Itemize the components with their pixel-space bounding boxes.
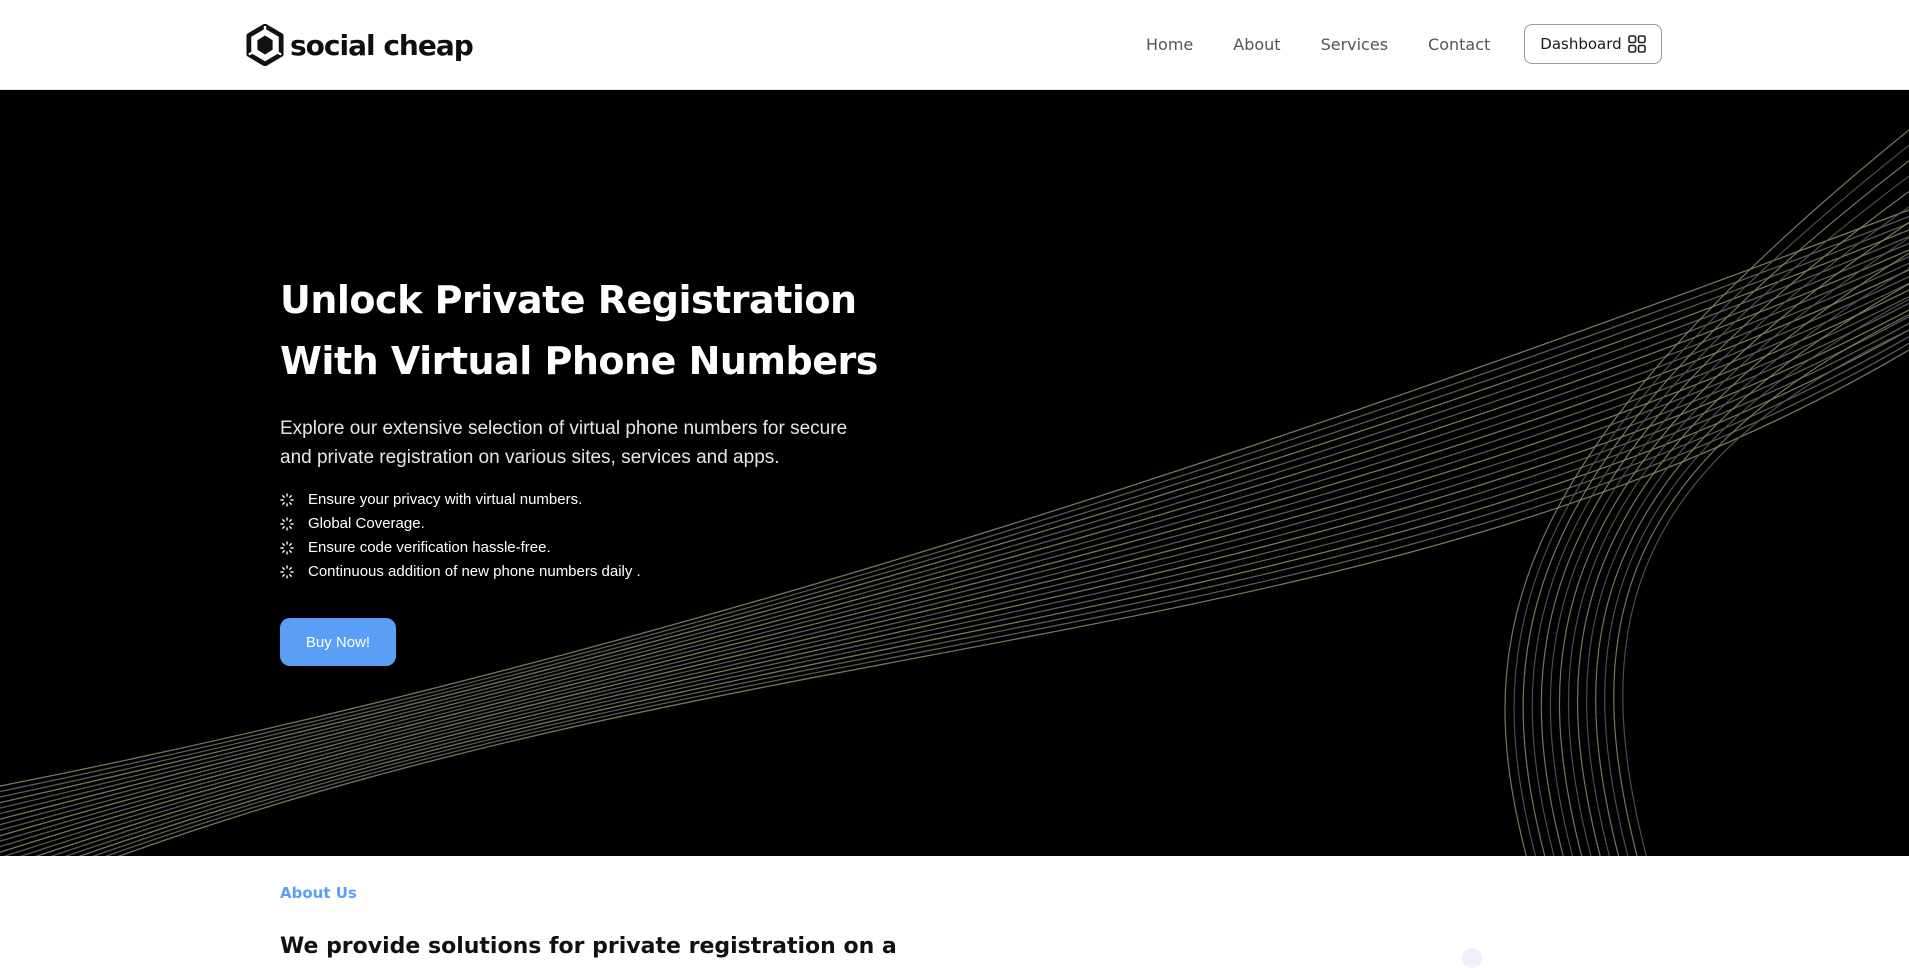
site-header: social cheap Home About Services Contact… xyxy=(0,0,1909,90)
dashboard-label: Dashboard xyxy=(1540,35,1622,53)
brand-logo[interactable]: social cheap xyxy=(246,24,474,66)
grid-icon xyxy=(1627,35,1646,53)
nav-home[interactable]: Home xyxy=(1146,33,1193,57)
loader-icon xyxy=(280,541,294,555)
wave-line xyxy=(1531,175,1909,856)
feature-text: Ensure code verification hassle-free. xyxy=(308,539,551,556)
feature-text: Global Coverage. xyxy=(308,515,425,532)
hero-content: Unlock Private Registration With Virtual… xyxy=(280,270,920,666)
feature-item: Global Coverage. xyxy=(280,512,920,536)
wave-line xyxy=(1549,206,1909,856)
feature-item: Continuous addition of new phone numbers… xyxy=(280,560,920,584)
nav-services[interactable]: Services xyxy=(1321,33,1388,57)
buy-now-button[interactable]: Buy Now! xyxy=(280,618,396,666)
hero-title: Unlock Private Registration With Virtual… xyxy=(280,270,920,392)
feature-text: Continuous addition of new phone numbers… xyxy=(308,563,641,580)
wave-line xyxy=(1540,191,1909,856)
hero-subtitle: Explore our extensive selection of virtu… xyxy=(280,418,848,468)
feature-item: Ensure code verification hassle-free. xyxy=(280,536,920,560)
loader-icon xyxy=(280,517,294,531)
wave-line xyxy=(1504,129,1909,856)
feature-text: Ensure your privacy with virtual numbers… xyxy=(308,491,583,508)
hero-title-line-2: With Virtual Phone Numbers xyxy=(280,339,878,383)
about-eyebrow: About Us xyxy=(280,884,357,902)
feature-item: Ensure your privacy with virtual numbers… xyxy=(280,488,920,512)
brand-name: social cheap xyxy=(290,28,474,62)
loader-icon xyxy=(280,565,294,579)
feature-list: Ensure your privacy with virtual numbers… xyxy=(280,488,920,584)
loader-icon xyxy=(280,493,294,507)
wave-line xyxy=(1622,329,1909,856)
main-nav: Home About Services Contact xyxy=(1146,33,1490,57)
hexagon-logo-icon xyxy=(246,24,284,66)
wave-line xyxy=(1577,252,1909,856)
wave-line xyxy=(1513,144,1909,856)
dashboard-button[interactable]: Dashboard xyxy=(1524,24,1662,64)
hero-section: Unlock Private Registration With Virtual… xyxy=(0,90,1909,856)
nav-about[interactable]: About xyxy=(1233,33,1280,57)
hero-title-line-1: Unlock Private Registration xyxy=(280,278,857,322)
wave-line xyxy=(1558,221,1909,856)
wave-line xyxy=(1522,160,1909,856)
nav-contact[interactable]: Contact xyxy=(1428,33,1490,57)
decorative-dot xyxy=(1462,948,1482,968)
